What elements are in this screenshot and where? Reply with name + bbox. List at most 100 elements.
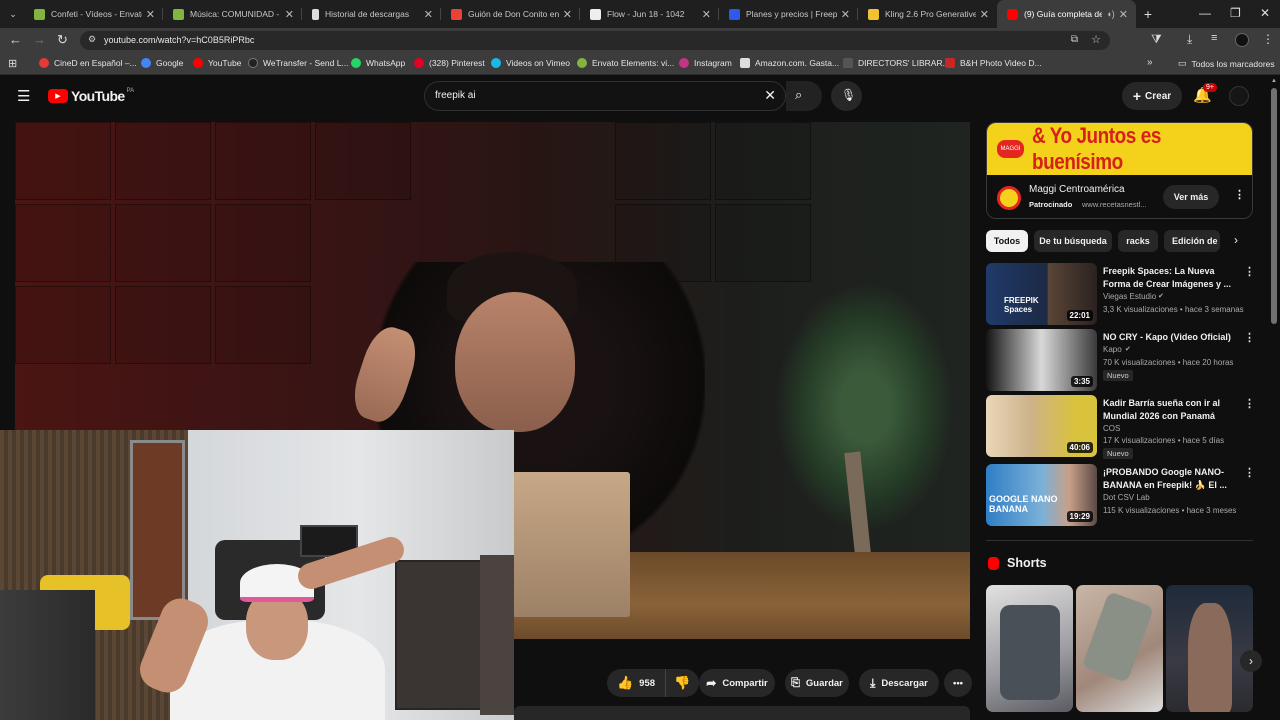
speaker-icon[interactable]: ◖) — [1106, 9, 1114, 19]
bookmark-item[interactable]: Instagram — [679, 58, 732, 68]
acoustic-panel — [15, 122, 111, 200]
kebab-menu-icon[interactable]: ⋮ — [1244, 265, 1255, 278]
hamburger-icon[interactable]: ☰ — [17, 87, 30, 105]
bookmark-item[interactable]: (328) Pinterest — [414, 58, 485, 68]
ad-cta-button[interactable]: Ver más — [1163, 185, 1219, 209]
chip-edicion[interactable]: Edición de — [1164, 230, 1220, 252]
kebab-menu-icon[interactable]: ⋮ — [1234, 188, 1245, 201]
search-input[interactable]: freepik ai ✕ — [424, 81, 786, 111]
chip-de-tu-busqueda[interactable]: De tu búsqueda — [1034, 230, 1112, 252]
downloads-icon[interactable]: ⤓ — [1187, 32, 1192, 47]
more-icon[interactable]: ⋮ — [1262, 32, 1274, 46]
advertiser-avatar[interactable] — [997, 186, 1021, 210]
tab-close-icon[interactable]: ✕ — [285, 8, 294, 21]
browser-tab[interactable]: Música: COMUNIDAD - E ✕ — [163, 0, 302, 28]
bookmark-item[interactable]: WhatsApp — [351, 58, 405, 68]
browser-tab-active[interactable]: (9) Guía completa de ◖) ✕ — [997, 0, 1136, 28]
tab-close-icon[interactable]: ✕ — [424, 8, 433, 21]
browser-tab[interactable]: Flow - Jun 18 - 1042 ✕ — [580, 0, 719, 28]
browser-tab[interactable]: Guión de Don Conito en ✕ — [441, 0, 580, 28]
profile-avatar[interactable] — [1235, 33, 1249, 47]
more-bookmarks-icon[interactable]: » — [1147, 57, 1153, 68]
media-icon[interactable]: ≡ — [1211, 32, 1217, 44]
browser-tab[interactable]: Kling 2.6 Pro Generative / ✕ — [858, 0, 997, 28]
voice-search-button[interactable]: 🎙 — [831, 81, 862, 111]
short-thumbnail[interactable] — [1076, 585, 1163, 712]
bookmark-favicon-icon — [491, 58, 501, 68]
tab-close-icon[interactable]: ✕ — [841, 8, 850, 21]
forward-icon[interactable]: → — [33, 32, 46, 47]
recommendation-item[interactable]: GOOGLE NANO BANANA 19:29 ¡PROBANDO Googl… — [986, 464, 1255, 526]
share-button[interactable]: ➦ Compartir — [699, 669, 775, 697]
extensions-icon[interactable]: ⧩ — [1151, 32, 1162, 47]
all-bookmarks-folder[interactable]: ▭ Todos los marcadores — [1178, 58, 1275, 69]
bookmark-item[interactable]: Envato Elements: vi... — [577, 58, 674, 68]
minimize-icon[interactable]: — — [1199, 6, 1211, 20]
create-button[interactable]: + Crear — [1122, 82, 1182, 110]
chevron-right-icon[interactable]: › — [1234, 233, 1238, 247]
site-info-icon[interactable]: ⚙ — [88, 34, 96, 45]
bookmark-star-icon[interactable]: ☆ — [1091, 33, 1101, 46]
close-icon[interactable]: ✕ — [764, 87, 776, 104]
tab-close-icon[interactable]: ✕ — [1119, 8, 1128, 21]
recommendation-item[interactable]: FREEPIK Spaces 22:01 Freepik Spaces: La … — [986, 263, 1255, 325]
short-thumbnail[interactable] — [1166, 585, 1253, 712]
tab-favicon-icon — [312, 8, 319, 20]
scrollbar-thumb[interactable] — [1271, 88, 1277, 324]
url-bar[interactable]: ⚙ youtube.com/watch?v=hC0B5RiPRbc ⧉ ☆ — [80, 31, 1110, 50]
reload-icon[interactable]: ↻ — [57, 32, 68, 48]
ad-banner[interactable]: MAGGI & Yo Juntos es buenísimo — [987, 123, 1252, 175]
bookmark-item[interactable]: CineD en Español –... — [39, 58, 137, 68]
bookmark-item[interactable]: Google — [141, 58, 183, 68]
browser-tab[interactable]: Planes y precios | Freepik ✕ — [719, 0, 858, 28]
chevron-right-icon[interactable]: › — [1240, 650, 1262, 672]
install-icon[interactable]: ⧉ — [1071, 34, 1078, 45]
tab-close-icon[interactable]: ✕ — [146, 8, 155, 21]
browser-tab[interactable]: Confeti - Vídeos - Envato ✕ — [24, 0, 163, 28]
tab-close-icon[interactable]: ✕ — [563, 8, 572, 21]
short-thumbnail[interactable] — [986, 585, 1073, 712]
scroll-up-icon[interactable]: ▲ — [1271, 78, 1277, 84]
chip-racks[interactable]: racks — [1118, 230, 1158, 252]
like-button[interactable]: 👍 958 — [607, 669, 665, 697]
sponsored-ad[interactable]: MAGGI & Yo Juntos es buenísimo Maggi Cen… — [986, 122, 1253, 219]
browser-tab[interactable]: Historial de descargas ✕ — [302, 0, 441, 28]
download-button[interactable]: ⤓ Descargar — [859, 669, 939, 697]
dislike-button[interactable]: 👎 — [665, 669, 699, 697]
recommendation-item[interactable]: 40:06 Kadir Barría sueña con ir al Mundi… — [986, 395, 1255, 459]
new-tab-icon[interactable]: + — [1136, 6, 1160, 22]
tab-search-icon[interactable]: ⌄ — [2, 0, 24, 28]
bookmark-item[interactable]: B&H Photo Video D... — [945, 58, 1042, 68]
kebab-menu-icon[interactable]: ⋮ — [1244, 331, 1255, 344]
bookmark-item[interactable]: DIRECTORS' LIBRAR... — [843, 58, 950, 68]
tab-favicon-icon — [729, 8, 740, 20]
kebab-menu-icon[interactable]: ⋮ — [1244, 466, 1255, 479]
bookmark-item[interactable]: Videos on Vimeo — [491, 58, 570, 68]
video-thumbnail[interactable]: 3:35 — [986, 329, 1097, 391]
bookmark-item[interactable]: WeTransfer - Send L... — [248, 58, 349, 68]
recommendation-item[interactable]: 3:35 NO CRY - Kapo (Video Oficial) Kapo … — [986, 329, 1255, 391]
youtube-logo[interactable]: ▶ YouTube PA — [48, 88, 134, 104]
notifications-button[interactable]: 🔔 9+ — [1193, 83, 1217, 105]
video-thumbnail[interactable]: FREEPIK Spaces 22:01 — [986, 263, 1097, 325]
tab-close-icon[interactable]: ✕ — [980, 8, 989, 21]
bookmark-icon: ⎘ — [791, 676, 800, 689]
tab-close-icon[interactable]: ✕ — [702, 8, 711, 21]
apps-icon[interactable]: ⊞ — [8, 57, 17, 70]
video-thumbnail[interactable]: GOOGLE NANO BANANA 19:29 — [986, 464, 1097, 526]
more-actions-button[interactable]: ••• — [944, 669, 972, 697]
bookmark-favicon-icon — [945, 58, 955, 68]
bookmark-item[interactable]: YouTube — [193, 58, 241, 68]
kebab-menu-icon[interactable]: ⋮ — [1244, 397, 1255, 410]
back-icon[interactable]: ← — [9, 32, 22, 47]
close-window-icon[interactable]: ✕ — [1260, 6, 1270, 20]
avatar[interactable] — [1229, 86, 1249, 106]
video-thumbnail[interactable]: 40:06 — [986, 395, 1097, 457]
filter-chips: Todos De tu búsqueda racks Edición de › — [986, 230, 1253, 252]
search-button[interactable]: ⌕ — [786, 81, 822, 111]
description-box[interactable] — [514, 706, 970, 720]
chip-todos[interactable]: Todos — [986, 230, 1028, 252]
bookmark-item[interactable]: Amazon.com. Gasta... — [740, 58, 839, 68]
save-button[interactable]: ⎘ Guardar — [785, 669, 849, 697]
maximize-icon[interactable]: ❐ — [1230, 6, 1241, 20]
